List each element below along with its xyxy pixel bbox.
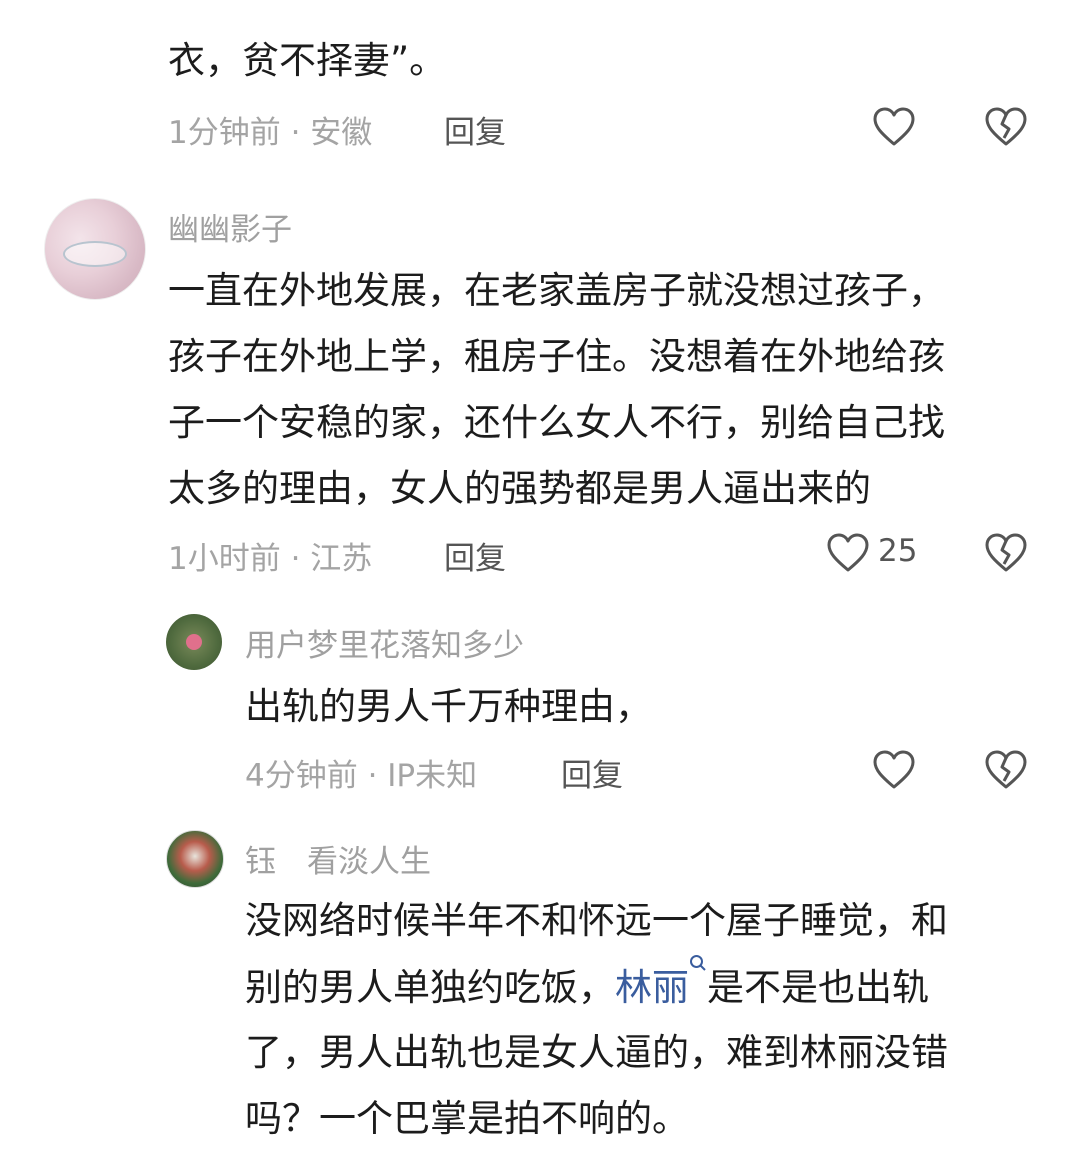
reply-text: 了，男人出轨也是女人逼的，难到林丽没错 [245,1031,948,1074]
username[interactable]: 钰 看淡人生 [245,836,431,881]
avatar[interactable] [44,198,146,300]
broken-heart-icon[interactable] [984,749,1028,791]
comment-text: 孩子在外地上学，租房子住。没想着在外地给孩 [168,335,945,378]
avatar[interactable] [166,830,224,888]
comment-time-location: 1小时前 · 江苏 [168,541,373,577]
reply-time-location: 4分钟前 · IP未知 [245,758,478,794]
reply-text: 吗？一个巴掌是拍不响的。 [245,1097,689,1140]
avatar[interactable] [166,614,222,670]
comment-time-location: 1分钟前 · 安徽 [168,115,373,151]
keyword-link-label: 林丽 [615,966,689,1009]
broken-heart-icon[interactable] [984,532,1028,574]
reply-text: 别的男人单独约吃饭， [245,966,615,1009]
username[interactable]: 用户梦里花落知多少 [245,620,524,665]
reply-text: 没网络时候半年不和怀远一个屋子睡觉，和 [245,899,948,942]
reply-text: 出轨的男人千万种理由， [245,685,652,728]
heart-outline-icon[interactable] [872,749,916,791]
comment-text: 衣，贫不择妻”。 [168,39,447,82]
keyword-link[interactable]: 林丽 [615,955,707,1009]
reply-button[interactable]: 回复 [444,533,506,578]
broken-heart-icon[interactable] [984,106,1028,148]
reply-text-line: 别的男人单独约吃饭，林丽 是不是也出轨 [245,954,929,1021]
heart-outline-icon[interactable] [872,106,916,148]
reply-button[interactable]: 回复 [444,107,506,152]
username[interactable]: 幽幽影子 [168,204,292,249]
reply-text: 是不是也出轨 [707,966,929,1009]
like-count: 25 [878,533,918,569]
heart-outline-icon[interactable] [826,532,870,574]
comment-text: 子一个安稳的家，还什么女人不行，别给自己找 [168,401,945,444]
comment-text: 一直在外地发展，在老家盖房子就没想过孩子， [168,269,945,312]
search-icon [690,955,706,971]
reply-button[interactable]: 回复 [561,750,623,795]
comment-text: 太多的理由，女人的强势都是男人逼出来的 [168,467,871,510]
